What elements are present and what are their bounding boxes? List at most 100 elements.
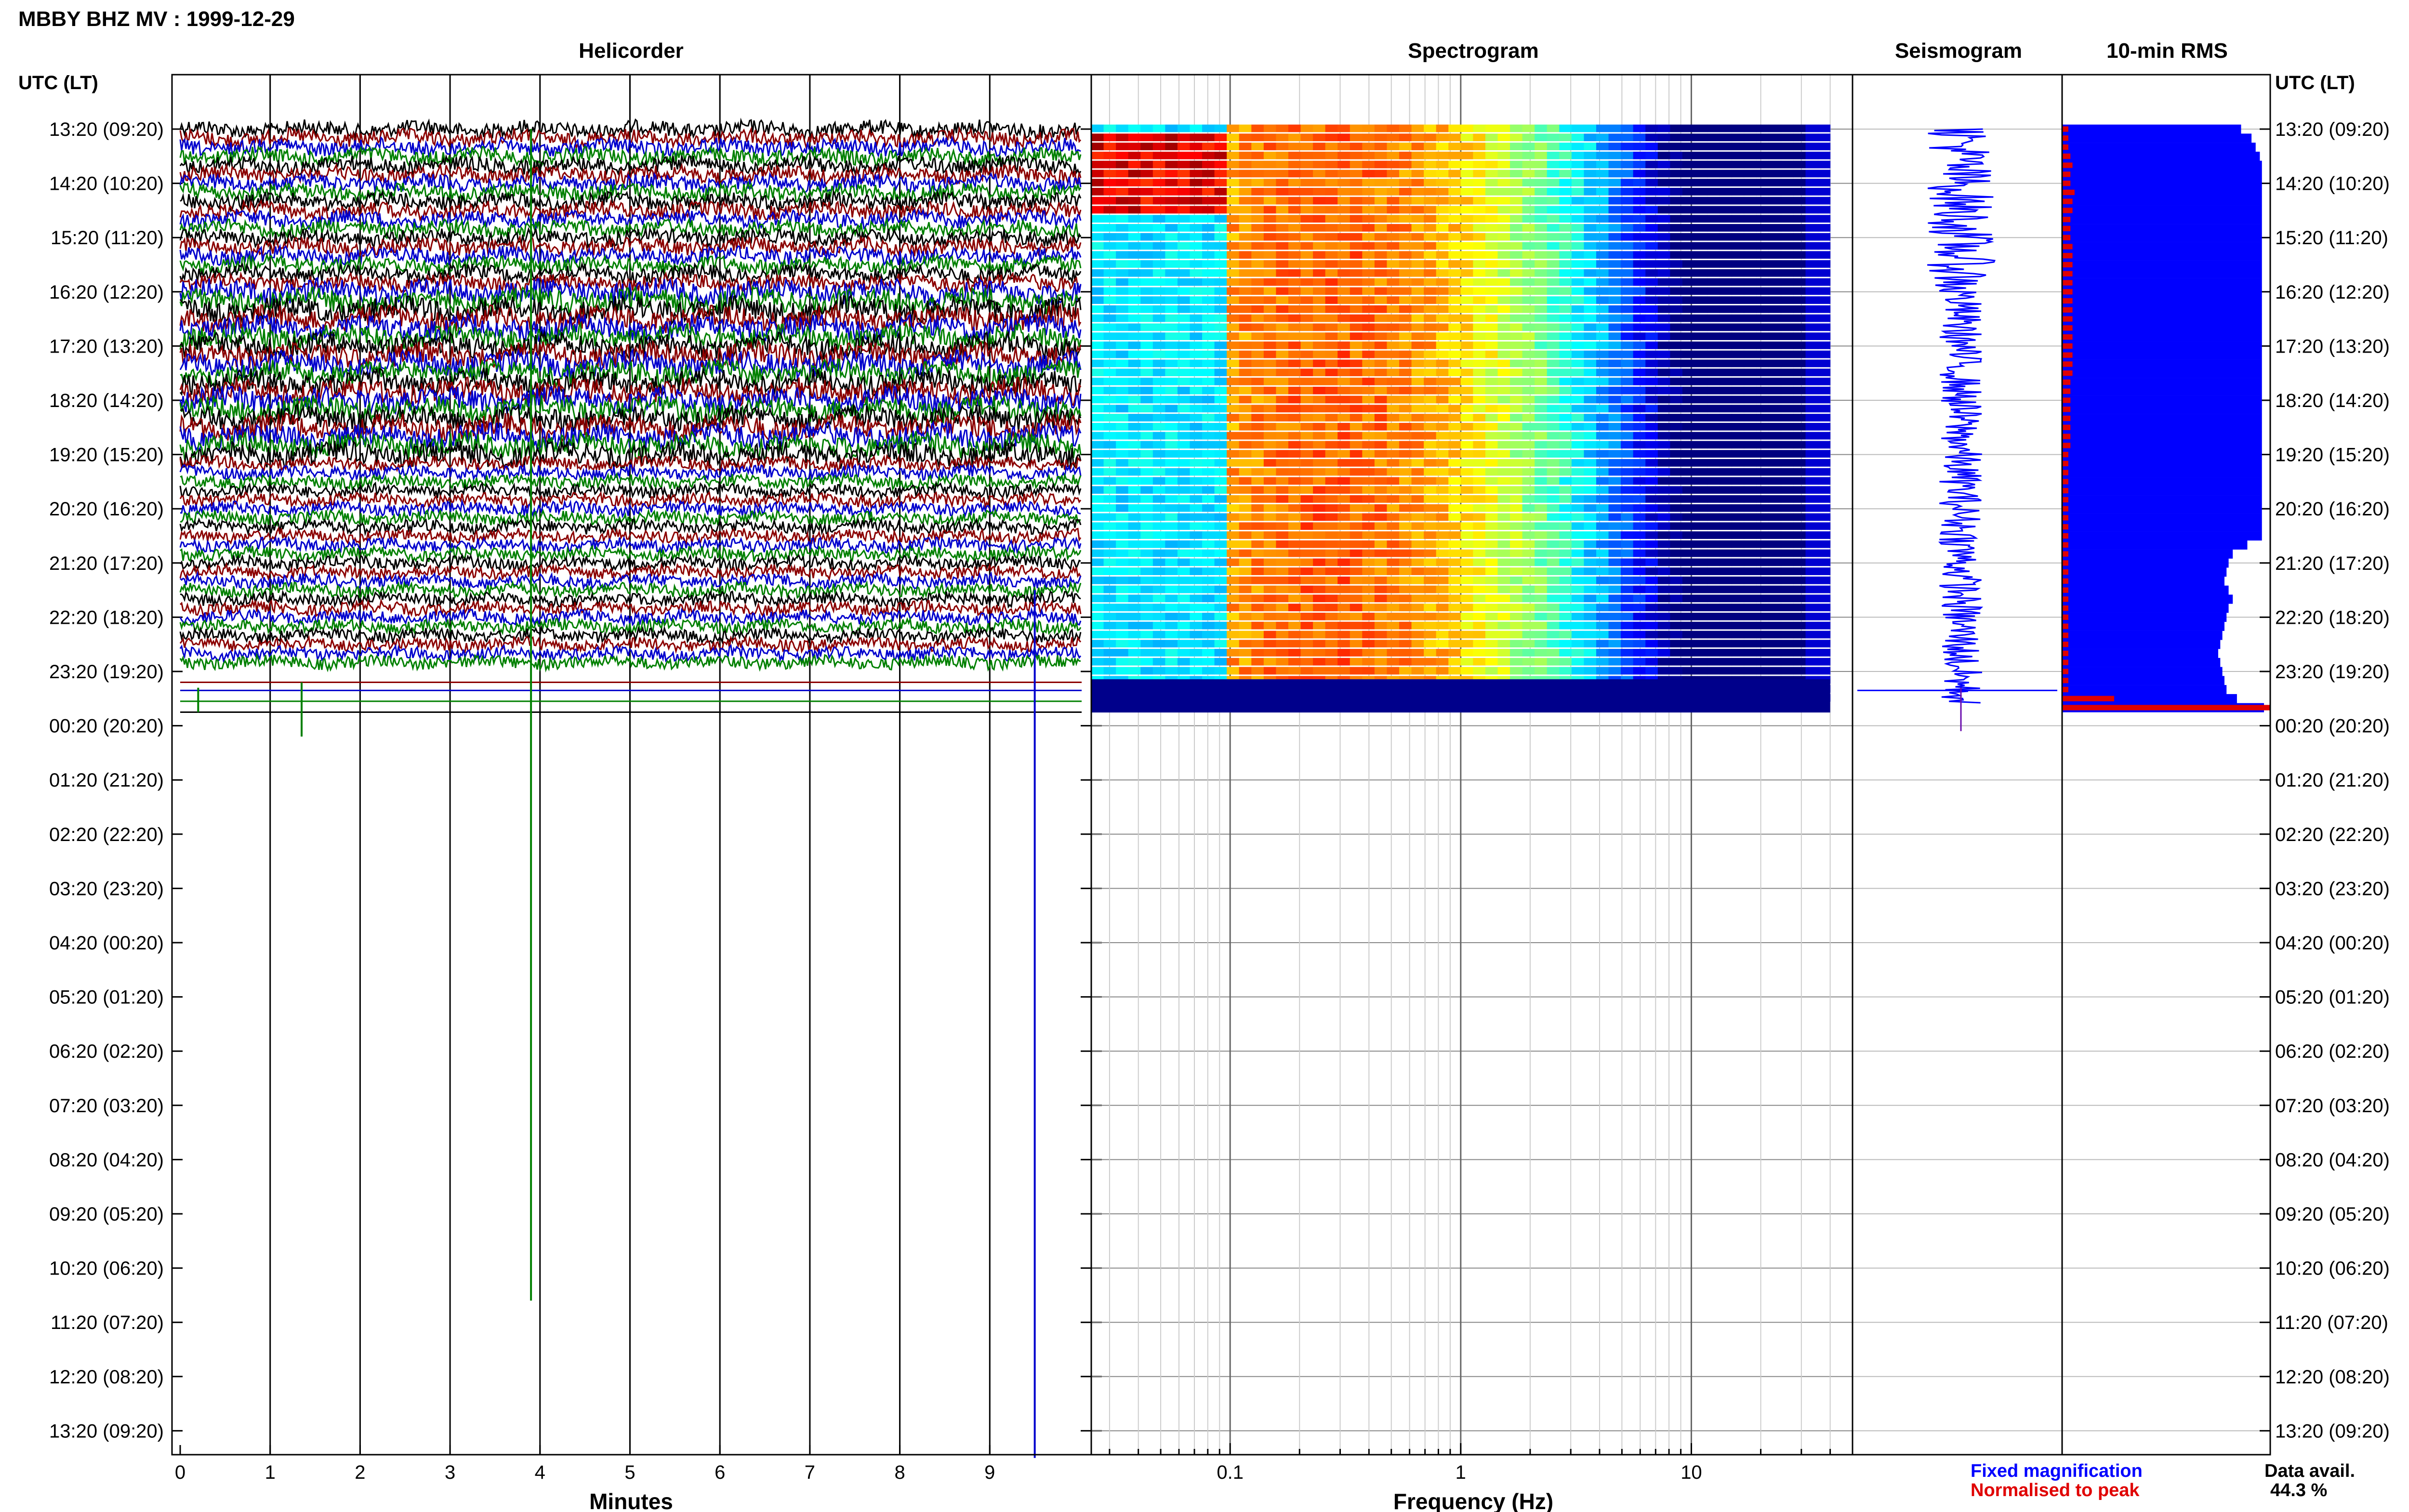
spectrogram-cell (1485, 585, 1498, 593)
spectrogram-cell (1645, 368, 1658, 377)
spectrogram-cell (1756, 332, 1769, 341)
spectrogram-cell (1116, 540, 1129, 548)
spectrogram-cell (1645, 342, 1658, 349)
spectrogram-cell (1091, 151, 1104, 159)
spectrogram-cell (1744, 287, 1757, 295)
spectrogram-cell (1288, 124, 1301, 132)
spectrogram-cell (1707, 350, 1720, 358)
spectrogram-cell (1473, 422, 1486, 431)
spectrogram-cell (1116, 395, 1129, 404)
spectrogram-cell (1263, 133, 1276, 142)
spectrogram-cell (1214, 531, 1227, 539)
spectrogram-cell (1350, 314, 1363, 322)
spectrogram-cell (1436, 332, 1449, 341)
spectrogram-cell (1424, 233, 1437, 241)
spectrogram-cell (1276, 133, 1289, 142)
spectrogram-cell (1670, 468, 1683, 476)
spectrogram-cell (1818, 459, 1831, 467)
spectrogram-cell (1251, 378, 1264, 385)
spectrogram-cell (1781, 395, 1794, 404)
spectrogram-cell (1140, 422, 1153, 431)
spectrogram-cell (1768, 667, 1781, 675)
spectrogram-cell (1140, 477, 1153, 485)
rms-normalised-bar (2062, 361, 2073, 367)
spectrogram-cell (1325, 594, 1338, 603)
spectrogram-cell (1793, 124, 1806, 132)
spectrogram-cell (1670, 395, 1683, 404)
spectrogram-cell (1571, 133, 1584, 142)
spectrogram-cell (1768, 342, 1781, 349)
spectrogram-cell (1497, 522, 1510, 530)
spectrogram-cell (1399, 197, 1412, 205)
spectrogram-cell (1818, 613, 1831, 620)
spectrogram-cell (1399, 414, 1412, 421)
spectrogram-cell (1657, 350, 1670, 358)
spectrogram-cell (1140, 287, 1153, 295)
spectrogram-cell (1571, 604, 1584, 612)
spectrogram-cell (1202, 432, 1215, 440)
rms-fixed-bar (2062, 386, 2262, 396)
spectrogram-cell (1818, 649, 1831, 657)
spectrogram-cell (1202, 124, 1215, 132)
spectrogram-cell (1670, 179, 1683, 186)
rms-fixed-bar (2062, 296, 2262, 306)
spectrogram-cell (1732, 649, 1745, 657)
rms-fixed-bar (2062, 576, 2224, 586)
spectrogram-cell (1448, 368, 1461, 377)
spectrogram-cell (1276, 585, 1289, 593)
spectrogram-cell (1768, 395, 1781, 404)
spectrogram-cell (1584, 567, 1597, 575)
spectrogram-cell (1805, 667, 1818, 675)
spectrogram-cell (1793, 170, 1806, 178)
spectrogram-cell (1263, 667, 1276, 675)
spectrogram-cell (1436, 649, 1449, 657)
spectrogram-cell (1128, 179, 1141, 186)
spectrogram-cell (1744, 468, 1757, 476)
spectrogram-cell (1621, 305, 1634, 313)
spectrogram-cell (1719, 242, 1732, 250)
spectrogram-cell (1596, 495, 1609, 503)
spectrogram-cell (1103, 513, 1116, 521)
spectrogram-cell (1633, 657, 1646, 666)
spectrogram-cell (1116, 477, 1129, 485)
spectrogram-cell (1608, 124, 1621, 132)
spectrogram-cell (1152, 215, 1165, 223)
spectrogram-cell (1263, 342, 1276, 349)
spectrogram-cell (1387, 305, 1400, 313)
spectrogram-cell (1263, 649, 1276, 657)
row-label-left: 20:20 (16:20) (49, 499, 164, 520)
spectrogram-cell (1103, 296, 1116, 304)
spectrogram-cell (1214, 395, 1227, 404)
spectrogram-cell (1263, 251, 1276, 259)
spectrogram-cell (1768, 432, 1781, 440)
spectrogram-cell (1227, 179, 1240, 186)
spectrogram-cell (1473, 495, 1486, 503)
spectrogram-cell (1152, 359, 1165, 368)
spectrogram-cell (1177, 549, 1190, 557)
spectrogram-cell (1337, 215, 1350, 223)
spectrogram-cell (1805, 540, 1818, 548)
spectrogram-cell (1781, 468, 1794, 476)
spectrogram-cell (1584, 187, 1597, 196)
spectrogram-cell (1535, 160, 1548, 169)
spectrogram-cell (1177, 422, 1190, 431)
spectrogram-layer (1091, 124, 1831, 713)
spectrogram-cell (1608, 549, 1621, 557)
spectrogram-cell (1300, 323, 1313, 331)
spectrogram-cell (1424, 513, 1437, 521)
rms-fixed-bar (2062, 305, 2262, 315)
spectrogram-cell (1608, 342, 1621, 349)
spectrogram-cell (1781, 170, 1794, 178)
spectrogram-cell (1781, 567, 1794, 575)
spectrogram-cell (1805, 531, 1818, 539)
spectrogram-cell (1251, 567, 1264, 575)
spectrogram-cell (1460, 133, 1473, 142)
spectrogram-cell (1818, 531, 1831, 539)
spectrogram-cell (1116, 585, 1129, 593)
spectrogram-cell (1424, 269, 1437, 277)
spectrogram-cell (1128, 251, 1141, 259)
spectrogram-cell (1818, 576, 1831, 584)
spectrogram-cell (1214, 513, 1227, 521)
spectrogram-cell (1732, 468, 1745, 476)
spectrogram-cell (1263, 170, 1276, 178)
